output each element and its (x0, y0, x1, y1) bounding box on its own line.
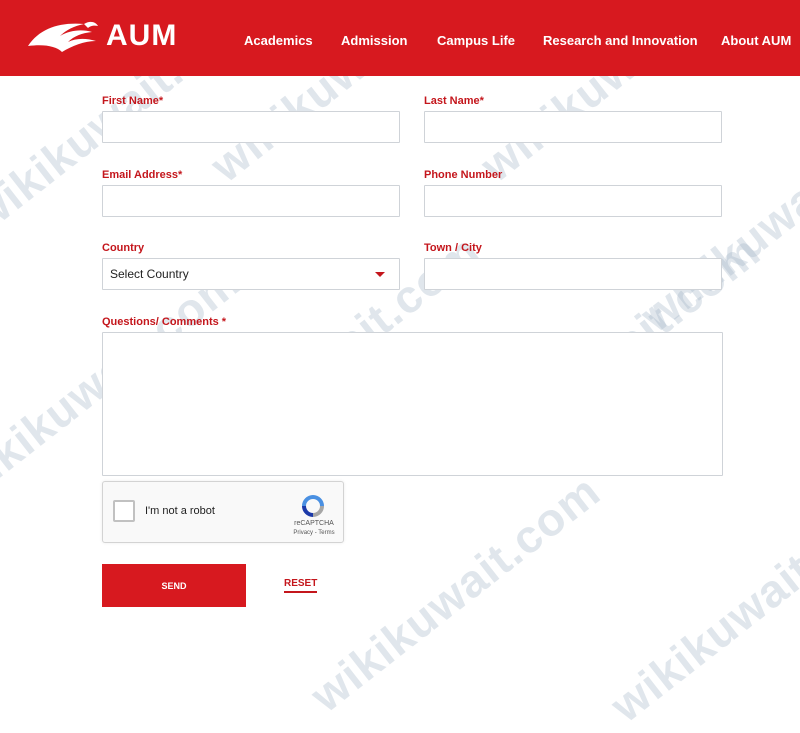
country-selected-value: Select Country (110, 267, 189, 281)
email-field[interactable] (102, 185, 400, 217)
phone-field[interactable] (424, 185, 722, 217)
first-name-label: First Name* (102, 95, 164, 107)
nav-academics[interactable]: Academics (244, 33, 313, 48)
first-name-field[interactable] (102, 111, 400, 143)
aum-logo[interactable]: AUM (26, 16, 177, 56)
recaptcha-icon (302, 495, 324, 517)
email-label: Email Address* (102, 169, 183, 181)
comments-textarea[interactable] (102, 332, 723, 476)
reset-link[interactable]: RESET (284, 578, 318, 593)
header-bar: AUM Academics Admission Campus Life Rese… (0, 0, 800, 76)
watermark-text: wikikuwait.com (600, 474, 800, 732)
country-label: Country (102, 242, 145, 254)
country-select[interactable]: Select Country (102, 258, 400, 290)
comments-label: Questions/ Comments * (102, 316, 227, 328)
recaptcha-label: I'm not a robot (145, 505, 215, 517)
falcon-icon (28, 21, 98, 52)
watermark-text: wikikuwait.com (300, 464, 610, 722)
last-name-field[interactable] (424, 111, 722, 143)
logo-text: AUM (106, 19, 178, 52)
recaptcha-terms-link[interactable]: Privacy - Terms (289, 530, 339, 536)
recaptcha-widget: I'm not a robot reCAPTCHA Privacy - Term… (102, 481, 344, 543)
nav-admission[interactable]: Admission (341, 33, 407, 48)
phone-label: Phone Number (424, 169, 503, 181)
town-label: Town / City (424, 242, 482, 254)
nav-research-innovation[interactable]: Research and Innovation (543, 33, 698, 48)
last-name-label: Last Name* (424, 95, 484, 107)
nav-about-aum[interactable]: About AUM (721, 33, 791, 48)
send-button[interactable]: SEND (102, 564, 246, 607)
nav-campus-life[interactable]: Campus Life (437, 33, 515, 48)
caret-down-icon (375, 272, 385, 277)
recaptcha-brand: reCAPTCHA (294, 520, 334, 527)
recaptcha-checkbox[interactable] (113, 500, 135, 522)
town-field[interactable] (424, 258, 722, 290)
